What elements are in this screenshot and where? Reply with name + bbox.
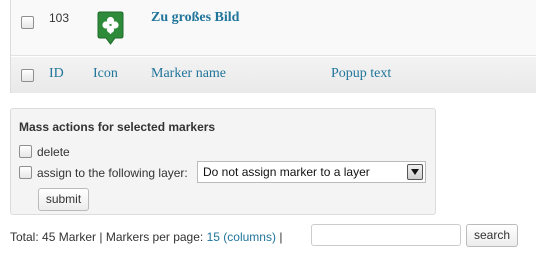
- table-row: 103 Zu großes Bild: [11, 0, 536, 56]
- column-popup-text[interactable]: Popup text: [331, 66, 391, 82]
- per-page-link[interactable]: 15: [207, 230, 220, 244]
- delete-checkbox[interactable]: [19, 145, 32, 158]
- mass-actions-title: Mass actions for selected markers: [19, 120, 216, 134]
- per-page-label: Markers per page:: [105, 230, 204, 244]
- columns-link[interactable]: (columns): [223, 230, 276, 244]
- mass-actions-panel: Mass actions for selected markers delete…: [10, 108, 436, 215]
- column-marker-name[interactable]: Marker name: [151, 66, 226, 82]
- search-input[interactable]: [311, 224, 461, 246]
- table-footer-header: ID Icon Marker name Popup text: [11, 56, 536, 93]
- dropdown-arrow-icon[interactable]: [407, 164, 423, 180]
- separator: |: [279, 230, 283, 244]
- submit-button[interactable]: submit: [38, 188, 89, 211]
- clover-marker-icon: [97, 11, 124, 45]
- table-footer-info: Total: 45 Marker | Markers per page: 15 …: [10, 230, 282, 244]
- delete-label: delete: [37, 145, 70, 159]
- column-id[interactable]: ID: [49, 66, 64, 82]
- markers-table: 103 Zu großes Bild ID Icon Marker name P…: [10, 0, 536, 93]
- marker-name-link[interactable]: Zu großes Bild: [151, 10, 239, 26]
- assign-layer-checkbox[interactable]: [19, 166, 32, 179]
- assign-layer-label: assign to the following layer:: [37, 166, 188, 180]
- layer-select-value: Do not assign marker to a layer: [203, 165, 370, 179]
- layer-select[interactable]: Do not assign marker to a layer: [197, 161, 426, 183]
- row-select-checkbox[interactable]: [21, 16, 34, 29]
- marker-id: 103: [49, 11, 70, 25]
- separator: |: [99, 230, 103, 244]
- total-count: Total: 45 Marker: [10, 230, 97, 244]
- select-all-checkbox[interactable]: [21, 69, 34, 82]
- column-icon[interactable]: Icon: [93, 66, 118, 82]
- search-button[interactable]: search: [466, 224, 518, 247]
